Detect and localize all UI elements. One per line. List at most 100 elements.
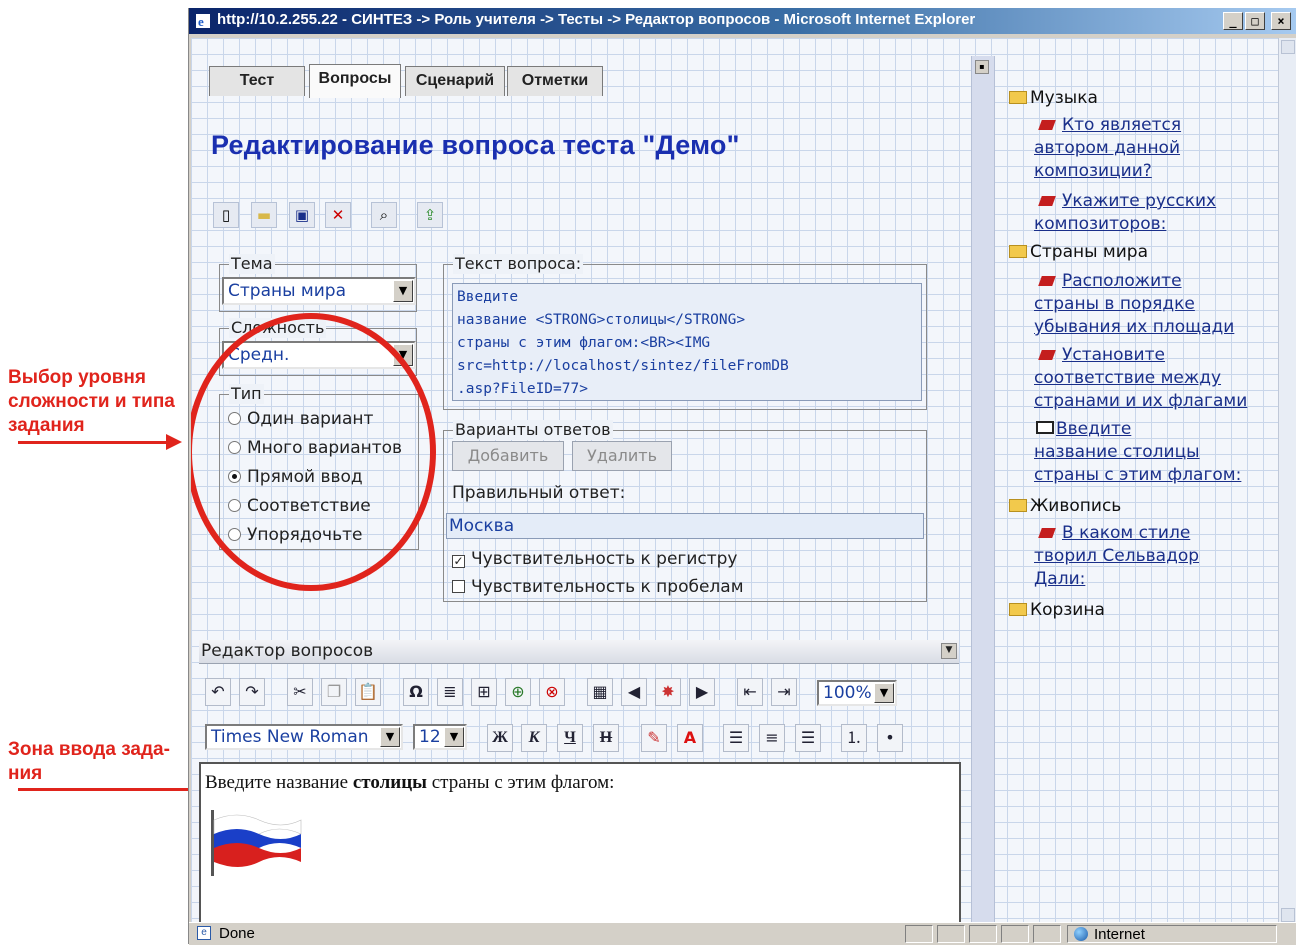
align-center-icon[interactable]: ≡ — [759, 724, 785, 752]
item-line: Дали: — [1034, 569, 1086, 589]
item-line: страны с этим флагом: — [1034, 465, 1242, 485]
item-line: композиторов: — [1034, 214, 1167, 234]
tree-folder-painting[interactable]: Живопись — [1009, 496, 1121, 516]
annotation-line: Выбор уровня — [8, 367, 146, 388]
item-line: творил Сельвадор — [1034, 546, 1200, 566]
new-icon[interactable]: ▯ — [213, 202, 239, 228]
delete-answer-button[interactable]: Удалить — [572, 441, 672, 471]
zoom-select[interactable]: 100% ▼ — [817, 680, 897, 706]
copy-icon[interactable]: ❐ — [321, 678, 347, 706]
item-line: Кто является — [1062, 115, 1182, 135]
folder-label: Музыка — [1030, 88, 1098, 108]
item-line: соответствие между — [1034, 368, 1222, 388]
item-line: Установите — [1062, 345, 1165, 365]
status-cell — [969, 925, 997, 943]
folder-label: Живопись — [1030, 496, 1122, 516]
underline-button[interactable]: Ч — [557, 724, 583, 752]
chevron-down-icon[interactable]: ▼ — [393, 280, 413, 302]
editor-text-part: страны с этим флагом: — [426, 772, 615, 793]
space-sensitive-option[interactable]: Чувствительность к пробелам — [452, 577, 744, 597]
editor-panel-header: Редактор вопросов ▼ — [199, 640, 959, 664]
delete-icon[interactable]: ✕ — [325, 202, 351, 228]
bulleted-list-icon[interactable]: • — [877, 724, 903, 752]
cut-icon[interactable]: ✂ — [287, 678, 313, 706]
export-icon[interactable]: ⇪ — [417, 202, 443, 228]
tree-item[interactable]: Введите название столицы страны с этим фла… — [1034, 418, 1274, 487]
preview-icon[interactable]: ⌕ — [371, 202, 397, 228]
question-html-textarea[interactable]: Введите название <STRONG>столицы</STRONG>… — [452, 283, 922, 401]
highlight-icon[interactable]: ✎ — [641, 724, 667, 752]
checkbox[interactable] — [452, 580, 465, 593]
maximize-button[interactable]: □ — [1245, 12, 1265, 30]
zone-cell: Internet — [1067, 925, 1277, 943]
editor-panel-title: Редактор вопросов — [201, 641, 374, 661]
code-line: страны с этим флагом:<BR><IMG — [457, 335, 711, 351]
tree-folder-countries[interactable]: Страны мира — [1009, 242, 1148, 262]
folder-icon — [1009, 91, 1027, 104]
list-icon[interactable]: ≣ — [437, 678, 463, 706]
tree-item[interactable]: Укажите русских композиторов: — [1034, 190, 1274, 236]
align-right-icon[interactable]: ☰ — [795, 724, 821, 752]
outdent-icon[interactable]: ⇤ — [737, 678, 763, 706]
item-line: композиции? — [1034, 161, 1152, 181]
tree-folder-trash[interactable]: Корзина — [1009, 600, 1105, 620]
italic-button[interactable]: К — [521, 724, 547, 752]
sound-icon[interactable]: ◀ — [621, 678, 647, 706]
font-select[interactable]: Times New Roman ▼ — [205, 724, 403, 750]
correct-answer-input[interactable]: Москва — [446, 513, 924, 539]
editor-text: Введите название столицы страны с этим ф… — [205, 772, 614, 794]
tab-questions[interactable]: Вопросы — [309, 64, 401, 98]
numbered-list-icon[interactable]: ⒈ — [841, 724, 867, 752]
indent-icon[interactable]: ⇥ — [771, 678, 797, 706]
align-left-icon[interactable]: ☰ — [723, 724, 749, 752]
annotation-level-type: Выбор уровня сложности и типа задания — [8, 366, 175, 438]
paste-icon[interactable]: 📋 — [355, 678, 381, 706]
undo-icon[interactable]: ↶ — [205, 678, 231, 706]
title-bar: e http://10.2.255.22 - СИНТЕЗ -> Роль уч… — [189, 8, 1296, 34]
annotation-line: задания — [8, 415, 85, 436]
scroll-arrow-icon[interactable]: ▪ — [975, 60, 989, 74]
table-icon[interactable]: ⊞ — [471, 678, 497, 706]
video-icon[interactable]: ▶ — [689, 678, 715, 706]
checkbox-checked[interactable]: ✓ — [452, 555, 465, 568]
split-scrollbar[interactable] — [971, 56, 995, 924]
font-color-icon[interactable]: A — [677, 724, 703, 752]
scroll-up-icon[interactable] — [1281, 40, 1295, 54]
chevron-down-icon[interactable]: ▼ — [444, 727, 464, 747]
question-editor[interactable]: Введите название столицы страны с этим ф… — [199, 762, 961, 924]
collapse-icon[interactable]: ▼ — [941, 643, 957, 659]
size-value: 12 — [419, 727, 441, 747]
topic-select[interactable]: Страны мира ▼ — [222, 277, 416, 305]
tab-marks[interactable]: Отметки — [507, 66, 603, 96]
zoom-value: 100% — [823, 683, 872, 703]
book-icon — [1036, 421, 1054, 434]
add-answer-button[interactable]: Добавить — [452, 441, 564, 471]
tree-item[interactable]: Установите соответствие между странами и и… — [1034, 344, 1274, 413]
bold-button[interactable]: Ж — [487, 724, 513, 752]
case-sensitive-option[interactable]: ✓ Чувствительность к регистру — [452, 549, 738, 569]
chevron-down-icon[interactable]: ▼ — [380, 727, 400, 747]
window-scrollbar[interactable] — [1278, 38, 1296, 924]
unlink-icon[interactable]: ⊗ — [539, 678, 565, 706]
tree-item[interactable]: В каком стиле творил Сельвадор Дали: — [1034, 522, 1274, 591]
chevron-down-icon[interactable]: ▼ — [874, 683, 894, 703]
option-label: Чувствительность к пробелам — [471, 577, 744, 597]
size-select[interactable]: 12 ▼ — [413, 724, 467, 750]
flash-icon[interactable]: ✸ — [655, 678, 681, 706]
tree-item[interactable]: Расположите страны в порядке убывания их п… — [1034, 270, 1274, 339]
redo-icon[interactable]: ↷ — [239, 678, 265, 706]
save-icon[interactable]: ▣ — [289, 202, 315, 228]
tab-scenario[interactable]: Сценарий — [405, 66, 505, 96]
tree-item[interactable]: Кто является автором данной композиции? — [1034, 114, 1274, 183]
special-char-icon[interactable]: Ω — [403, 678, 429, 706]
minimize-button[interactable]: _ — [1223, 12, 1243, 30]
strikethrough-button[interactable]: Н — [593, 724, 619, 752]
scroll-down-icon[interactable] — [1281, 908, 1295, 922]
editor-text-bold: столицы — [352, 772, 427, 793]
open-folder-icon[interactable]: ▬ — [251, 202, 277, 228]
link-icon[interactable]: ⊕ — [505, 678, 531, 706]
close-button[interactable]: × — [1271, 12, 1291, 30]
image-icon[interactable]: ▦ — [587, 678, 613, 706]
tab-test[interactable]: Тест — [209, 66, 305, 96]
tree-folder-music[interactable]: Музыка — [1009, 88, 1098, 108]
